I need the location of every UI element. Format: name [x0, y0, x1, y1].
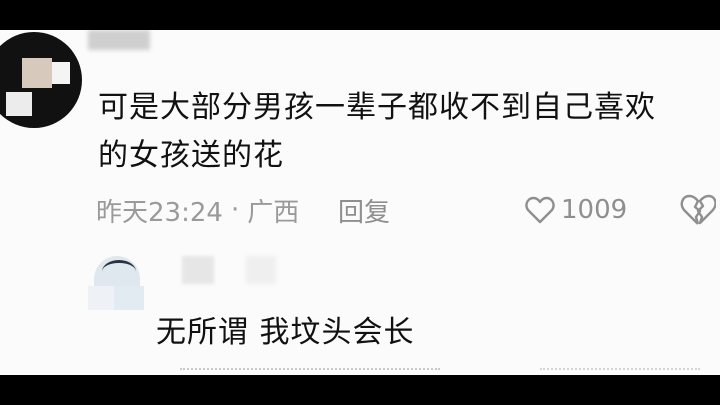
- reply-text: 无所谓 我坟头会长: [156, 315, 415, 350]
- comment-location: 广西: [247, 197, 300, 228]
- like-button[interactable]: 1009: [525, 190, 627, 230]
- heart-outline-icon: [525, 196, 555, 224]
- reply-avatar[interactable]: [88, 256, 152, 310]
- comment-timestamp: 昨天23:24: [96, 197, 223, 228]
- broken-heart-icon[interactable]: [680, 192, 716, 228]
- reply-button[interactable]: 回复: [338, 190, 390, 230]
- reply-button-label: 回复: [338, 197, 391, 228]
- letterbox-bottom: [0, 375, 720, 405]
- username-blurred: [88, 30, 150, 50]
- letterbox-top: [0, 0, 720, 30]
- like-count: 1009: [561, 195, 628, 225]
- comment-meta: 昨天23:24 · 广西: [96, 190, 299, 230]
- reply-username-blurred: [246, 256, 276, 284]
- avatar[interactable]: [0, 32, 82, 128]
- comment-text-line: 可是大部分男孩一辈子都收不到自己喜欢: [98, 90, 656, 125]
- reply-username-blurred: [182, 256, 214, 284]
- comment-thread: 可是大部分男孩一辈子都收不到自己喜欢 的女孩送的花 昨天23:24 · 广西 回…: [0, 30, 720, 375]
- meta-separator: ·: [230, 195, 240, 225]
- comment-text-line: 的女孩送的花: [98, 138, 284, 173]
- comment-text: 可是大部分男孩一辈子都收不到自己喜欢 的女孩送的花: [98, 84, 708, 180]
- cut-off-content: [540, 368, 700, 375]
- cut-off-content: [180, 368, 440, 375]
